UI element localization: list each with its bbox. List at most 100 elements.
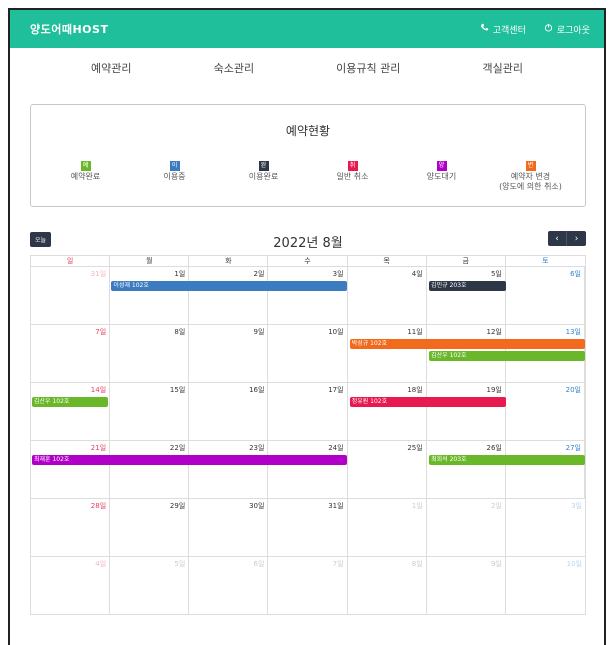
status-title: 예약현황 xyxy=(285,124,331,138)
weekday-label: 토 xyxy=(542,257,549,265)
reservation-event[interactable]: 최재훈 102호 xyxy=(32,455,347,465)
nav-rooms[interactable]: 객실관리 xyxy=(482,60,522,76)
legend-label: 이용완료 xyxy=(248,172,279,181)
calendar-day[interactable]: 21일 xyxy=(31,441,111,498)
weekday-label: 일 xyxy=(31,256,111,267)
calendar-day[interactable]: 14일 xyxy=(31,383,111,440)
prev-month-button[interactable]: ‹ xyxy=(548,231,567,246)
month-nav: ‹ › xyxy=(548,231,586,246)
legend-item: 이 이용중 xyxy=(135,161,215,192)
legend-badge: 양 xyxy=(436,161,447,171)
calendar-day[interactable]: 24일 xyxy=(268,441,348,498)
reservation-event[interactable]: 김민규 203호 xyxy=(429,281,506,291)
calendar-header: 오늘 2022년 8월 ‹ › xyxy=(30,230,586,252)
calendar-week: 7일 8일 9일 10일 11일 12일 13일 박성규 102호 김산우 102호 xyxy=(30,325,586,383)
calendar-week: 31일 1일 2일 3일 4일 5일 6일 이성재 102호 김민규 203호 xyxy=(30,267,586,325)
calendar-day[interactable]: 19일 xyxy=(427,383,506,440)
calendar-day[interactable]: 2일 xyxy=(427,499,506,556)
calendar-day[interactable]: 5일 xyxy=(427,267,506,324)
main-nav: 예약관리 숙소관리 이용규칙 관리 객실관리 xyxy=(10,48,604,88)
weekday-label: 화 xyxy=(189,256,269,267)
logout-label: 로그아웃 xyxy=(556,25,590,36)
calendar-day[interactable]: 1일 xyxy=(110,267,190,324)
calendar-day[interactable]: 31일 xyxy=(31,267,111,324)
calendar-day[interactable]: 30일 xyxy=(189,499,269,556)
weekday-label: 목 xyxy=(348,256,427,267)
calendar-day[interactable]: 22일 xyxy=(110,441,190,498)
calendar-title: 2022년 8월 xyxy=(273,236,343,251)
top-actions: 고객센터 로그아웃 xyxy=(480,23,590,36)
calendar-day[interactable]: 23일 xyxy=(189,441,269,498)
legend-label: 예약완료 xyxy=(70,172,101,181)
calendar-day[interactable]: 7일 xyxy=(31,325,111,382)
calendar-day[interactable]: 15일 xyxy=(110,383,190,440)
calendar-day[interactable]: 1일 xyxy=(348,499,427,556)
calendar-day[interactable]: 6일 xyxy=(189,557,269,614)
calendar-day[interactable]: 8일 xyxy=(110,325,190,382)
legend-item: 취 일반 취소 xyxy=(313,161,393,192)
phone-icon xyxy=(480,23,489,35)
calendar-day[interactable]: 10일 xyxy=(268,325,348,382)
calendar-day[interactable]: 2일 xyxy=(189,267,269,324)
weekday-label: 수 xyxy=(268,256,348,267)
nav-rules[interactable]: 이용규칙 관리 xyxy=(336,60,400,76)
calendar-day[interactable]: 31일 xyxy=(268,499,348,556)
legend-badge: 완 xyxy=(258,161,269,171)
calendar-day[interactable]: 3일 xyxy=(506,499,585,556)
legend-label: 이용중 xyxy=(163,172,186,181)
logout-link[interactable]: 로그아웃 xyxy=(544,23,590,36)
legend-item: 완 이용완료 xyxy=(224,161,304,192)
top-bar: 양도어때HOST 고객센터 로그아웃 xyxy=(10,10,604,48)
calendar-week: 21일 22일 23일 24일 25일 26일 27일 최재훈 102호 최희석 203호 xyxy=(30,441,586,499)
legend-item: 변 예약자 변경 (양도에 의한 취소) xyxy=(491,161,571,192)
calendar-day[interactable]: 17일 xyxy=(268,383,348,440)
reservation-event[interactable]: 박성규 102호 xyxy=(349,339,585,349)
calendar-day[interactable]: 6일 xyxy=(506,267,585,324)
reservation-event[interactable]: 김산우 102호 xyxy=(32,397,109,407)
legend-label: 예약자 변경 (양도에 의한 취소) xyxy=(499,172,562,191)
calendar-day[interactable]: 4일 xyxy=(31,557,111,614)
calendar-day[interactable]: 9일 xyxy=(427,557,506,614)
reservation-event[interactable]: 최희석 203호 xyxy=(429,455,585,465)
legend-label: 일반 취소 xyxy=(336,172,369,181)
legend-badge: 변 xyxy=(525,161,536,171)
calendar-grid: 일월화수목금토 31일 1일 2일 3일 4일 5일 6일 이성재 102호 김민규 203호 7… xyxy=(30,255,586,615)
reservation-event[interactable]: 김산우 102호 xyxy=(429,351,585,361)
calendar-day[interactable]: 25일 xyxy=(348,441,427,498)
power-icon xyxy=(544,23,553,35)
calendar-day[interactable]: 16일 xyxy=(189,383,269,440)
calendar-day[interactable]: 5일 xyxy=(110,557,190,614)
next-month-button[interactable]: › xyxy=(567,231,586,246)
calendar-day[interactable]: 11일 xyxy=(348,325,427,382)
legend-item: 양 양도대기 xyxy=(402,161,482,192)
calendar-day[interactable]: 9일 xyxy=(189,325,269,382)
weekday-label: 금 xyxy=(427,256,506,267)
nav-lodging[interactable]: 숙소관리 xyxy=(214,60,254,76)
calendar-day[interactable]: 28일 xyxy=(31,499,111,556)
logo[interactable]: 양도어때HOST xyxy=(30,21,108,37)
calendar-day[interactable]: 29일 xyxy=(110,499,190,556)
legend-badge: 이 xyxy=(169,161,180,171)
reservation-event[interactable]: 정유원 102호 xyxy=(349,397,506,407)
calendar-day[interactable]: 4일 xyxy=(348,267,427,324)
calendar-day[interactable]: 20일 xyxy=(506,383,585,440)
legend-item: 예 예약완료 xyxy=(46,161,126,192)
nav-reservations[interactable]: 예약관리 xyxy=(91,60,131,76)
calendar-day[interactable]: 26일 xyxy=(427,441,506,498)
reservation-status-panel: 예약현황 예 예약완료 이 이용중 완 이용완료 취 일반 취소 양 양도대기 변 예약자 변경 (양… xyxy=(30,104,586,207)
calendar-day[interactable]: 18일 xyxy=(348,383,427,440)
weekday-header: 일월화수목금 토 xyxy=(30,255,586,267)
calendar-week: 28일 29일 30일 31일 1일 2일 3일 xyxy=(30,499,586,557)
calendar-day[interactable]: 7일 xyxy=(268,557,348,614)
reservation-event[interactable]: 이성재 102호 xyxy=(111,281,347,291)
calendar-day[interactable]: 3일 xyxy=(268,267,348,324)
legend-badge: 취 xyxy=(347,161,358,171)
calendar-day[interactable]: 8일 xyxy=(348,557,427,614)
legend-label: 양도대기 xyxy=(426,172,457,181)
calendar-week: 4일 5일 6일 7일 8일 9일 10일 xyxy=(30,557,586,615)
support-label: 고객센터 xyxy=(492,25,526,36)
weekday-label: 월 xyxy=(110,256,190,267)
calendar-day[interactable]: 10일 xyxy=(506,557,585,614)
calendar-day[interactable]: 27일 xyxy=(506,441,585,498)
support-link[interactable]: 고객센터 xyxy=(480,23,526,36)
